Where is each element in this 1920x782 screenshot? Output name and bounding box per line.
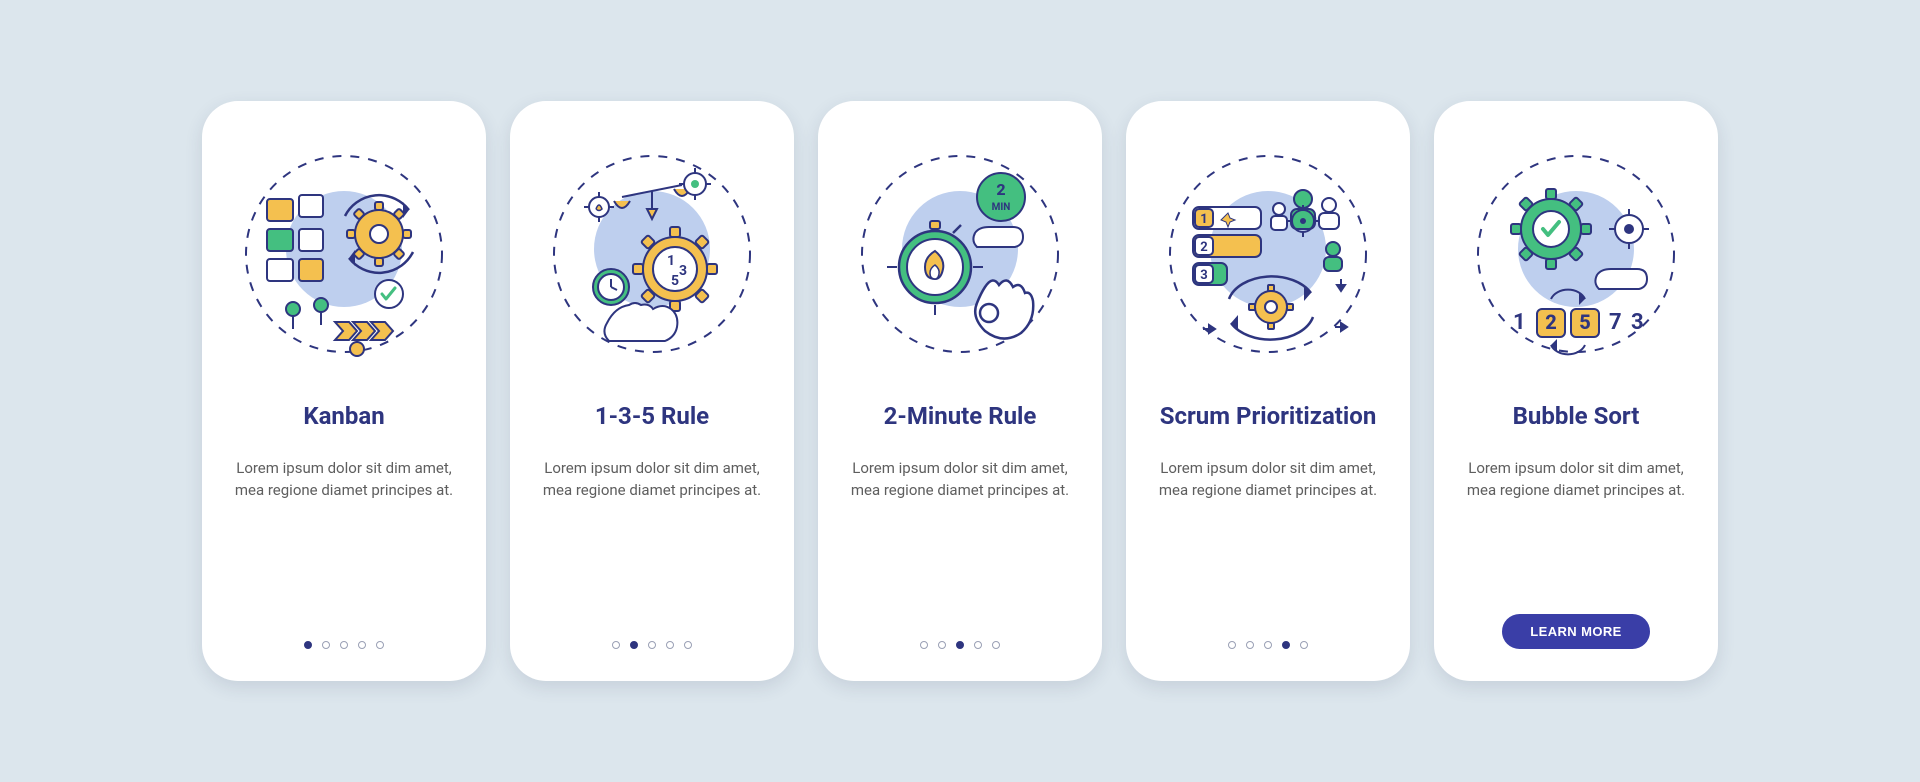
card-title: Scrum Prioritization — [1160, 403, 1377, 431]
svg-text:2: 2 — [1200, 240, 1207, 255]
pagination-dots — [304, 641, 384, 649]
svg-text:2: 2 — [1545, 310, 1557, 334]
dot-4[interactable] — [974, 641, 982, 649]
rule135-illustration-icon: 1 3 5 — [547, 149, 757, 359]
card-description: Lorem ipsum dolor sit dim amet, mea regi… — [234, 457, 454, 502]
onboarding-card-bubblesort: 1 2 5 7 3 Bubble Sort Lorem ipsum dolor … — [1434, 101, 1718, 681]
card-title: Kanban — [303, 403, 384, 431]
svg-text:2: 2 — [996, 180, 1005, 199]
dot-3[interactable] — [340, 641, 348, 649]
dot-1[interactable] — [920, 641, 928, 649]
svg-text:1: 1 — [667, 253, 675, 269]
card-description: Lorem ipsum dolor sit dim amet, mea regi… — [1158, 457, 1378, 502]
dot-3[interactable] — [648, 641, 656, 649]
card-description: Lorem ipsum dolor sit dim amet, mea regi… — [1466, 457, 1686, 502]
dot-2[interactable] — [938, 641, 946, 649]
pagination-dots — [1228, 641, 1308, 649]
svg-text:7: 7 — [1609, 310, 1622, 335]
dot-1[interactable] — [612, 641, 620, 649]
onboarding-card-135rule: 1 3 5 1-3-5 Rule Lorem ipsum dolor sit d… — [510, 101, 794, 681]
dot-5[interactable] — [376, 641, 384, 649]
dot-1[interactable] — [304, 641, 312, 649]
svg-text:3: 3 — [679, 263, 687, 279]
dot-5[interactable] — [684, 641, 692, 649]
dot-2[interactable] — [322, 641, 330, 649]
bubblesort-illustration-icon: 1 2 5 7 3 — [1471, 149, 1681, 359]
card-description: Lorem ipsum dolor sit dim amet, mea regi… — [542, 457, 762, 502]
card-description: Lorem ipsum dolor sit dim amet, mea regi… — [850, 457, 1070, 502]
dot-4[interactable] — [666, 641, 674, 649]
pagination-dots — [612, 641, 692, 649]
pagination-dots — [920, 641, 1000, 649]
dot-2[interactable] — [630, 641, 638, 649]
onboarding-card-scrum: 1 2 3 — [1126, 101, 1410, 681]
dot-2[interactable] — [1246, 641, 1254, 649]
dot-5[interactable] — [1300, 641, 1308, 649]
twominute-illustration-icon: 2 MIN — [855, 149, 1065, 359]
svg-text:5: 5 — [1579, 310, 1591, 334]
learn-more-button[interactable]: LEARN MORE — [1502, 614, 1649, 649]
svg-text:3: 3 — [1631, 310, 1644, 335]
svg-text:3: 3 — [1200, 268, 1207, 283]
dot-4[interactable] — [1282, 641, 1290, 649]
kanban-illustration-icon — [239, 149, 449, 359]
svg-text:1: 1 — [1200, 212, 1207, 227]
onboarding-card-kanban: Kanban Lorem ipsum dolor sit dim amet, m… — [202, 101, 486, 681]
dot-3[interactable] — [956, 641, 964, 649]
dot-3[interactable] — [1264, 641, 1272, 649]
card-title: 1-3-5 Rule — [595, 403, 709, 431]
svg-text:5: 5 — [671, 273, 679, 289]
dot-1[interactable] — [1228, 641, 1236, 649]
svg-text:MIN: MIN — [992, 202, 1011, 213]
card-title: 2-Minute Rule — [884, 403, 1037, 431]
onboarding-card-2minute: 2 MIN — [818, 101, 1102, 681]
svg-text:1: 1 — [1513, 310, 1526, 335]
scrum-illustration-icon: 1 2 3 — [1163, 149, 1373, 359]
dot-5[interactable] — [992, 641, 1000, 649]
dot-4[interactable] — [358, 641, 366, 649]
card-title: Bubble Sort — [1513, 403, 1640, 431]
